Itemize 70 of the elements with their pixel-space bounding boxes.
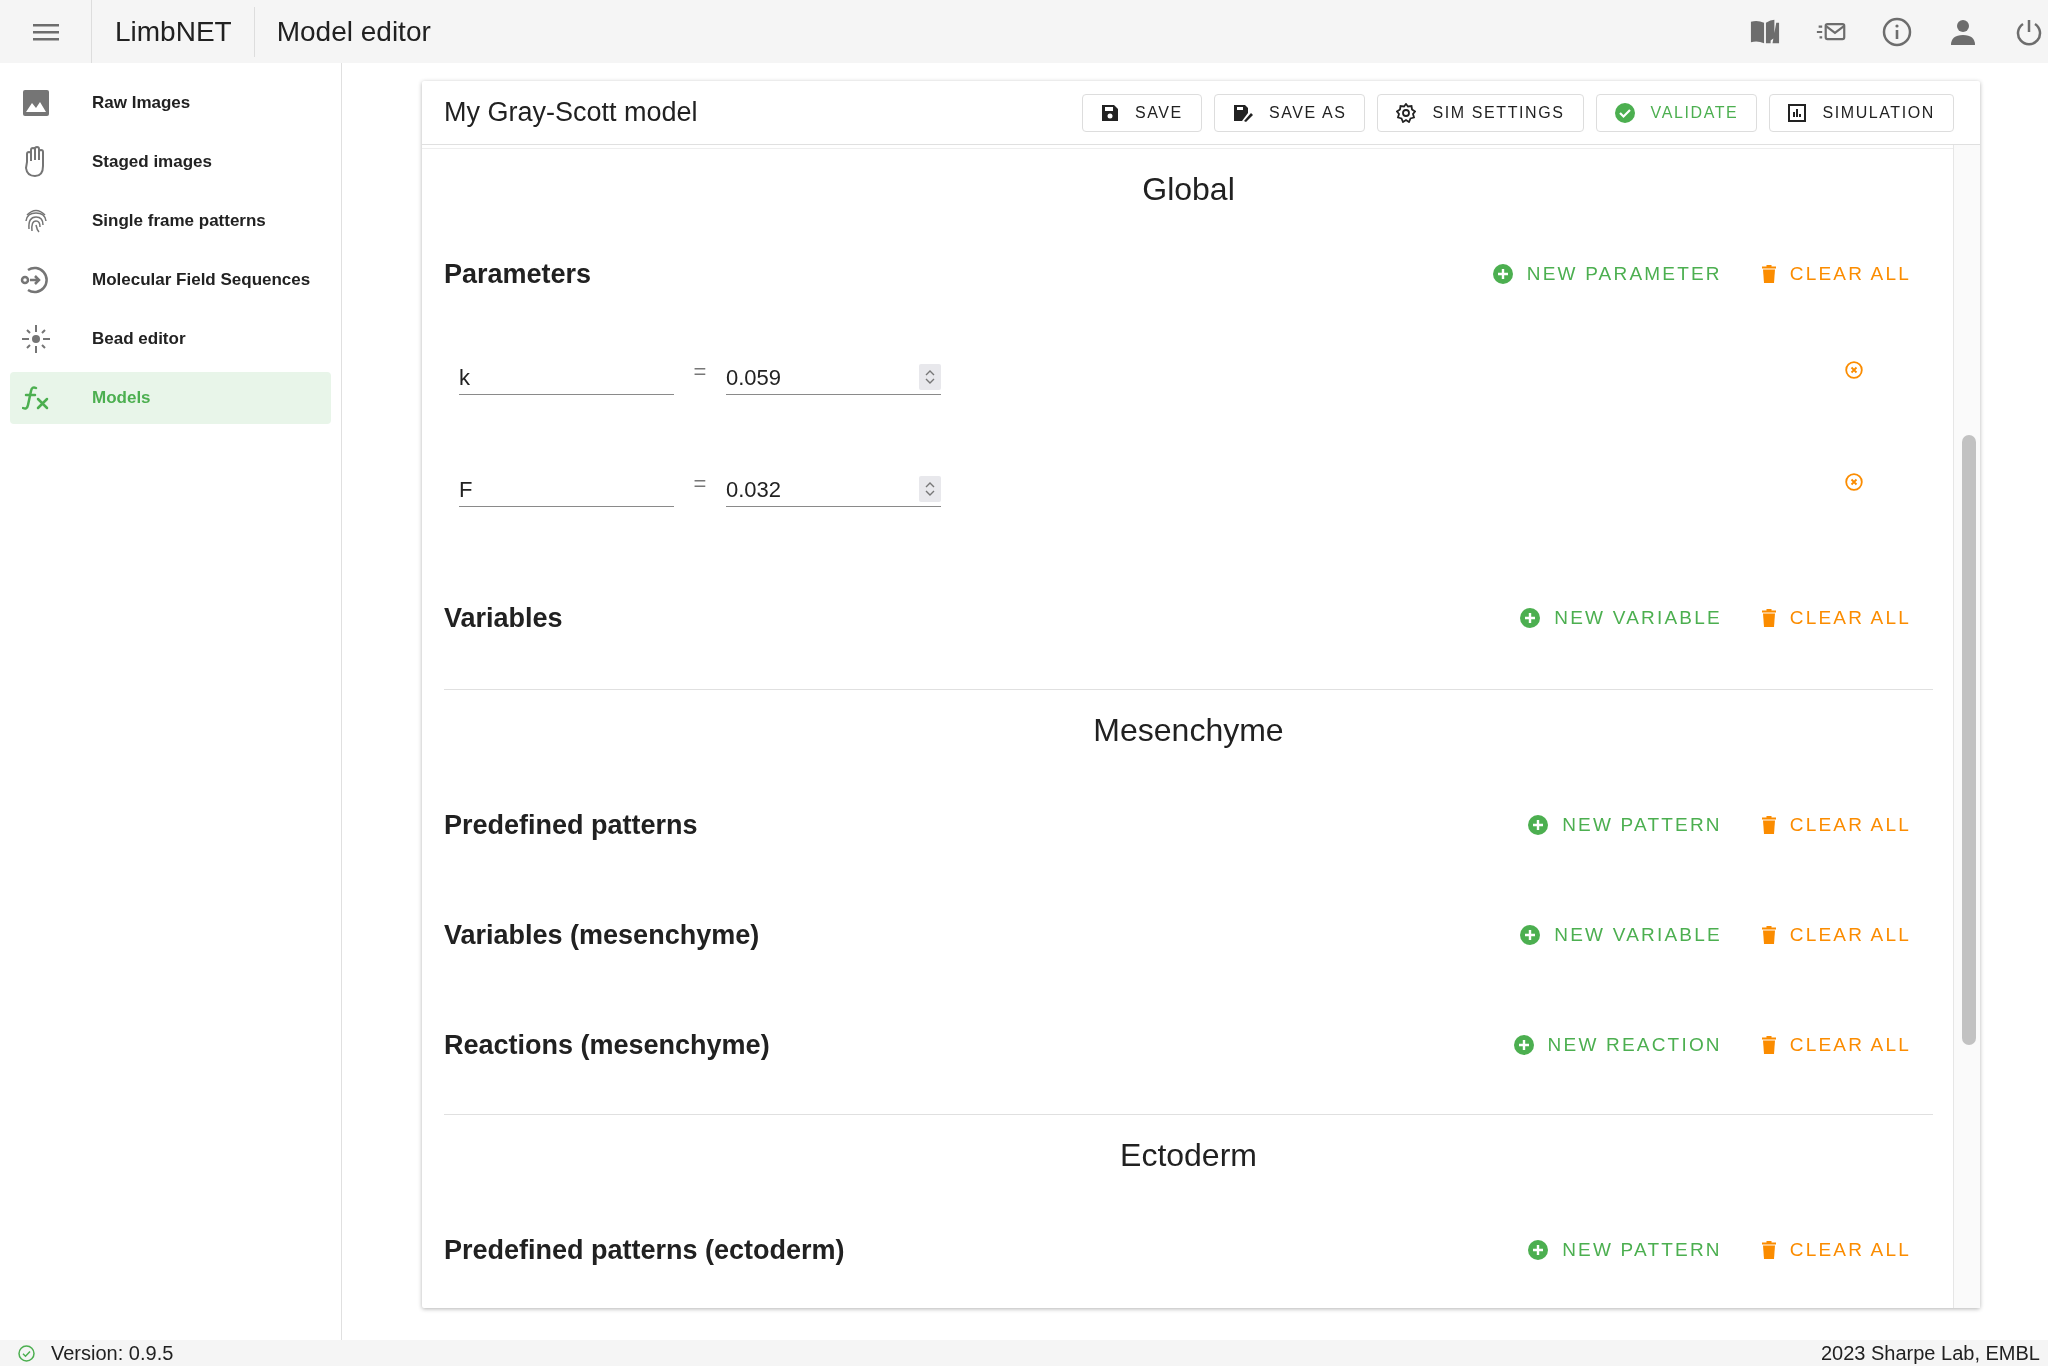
app-title: LimbNET: [92, 6, 255, 57]
add-button[interactable]: NEW VARIABLE: [1520, 924, 1722, 946]
sidebar-item[interactable]: Staged images: [10, 136, 331, 188]
menu-icon[interactable]: [32, 21, 59, 42]
section-heading: Reactions (mesenchyme): [444, 1029, 771, 1061]
trash-icon: [1761, 926, 1776, 944]
plus-circle-icon: [1520, 925, 1541, 945]
clear-all-button[interactable]: CLEAR ALL: [1761, 1239, 1911, 1261]
clear-all-button[interactable]: CLEAR ALL: [1761, 1034, 1911, 1056]
clear-all-button[interactable]: CLEAR ALL: [1761, 814, 1911, 836]
fingerprint-icon: [23, 207, 49, 235]
model-title: My Gray-Scott model: [444, 97, 699, 128]
power-icon[interactable]: [2015, 17, 2043, 46]
group-heading: Global: [1142, 170, 1235, 208]
section-heading: Predefined patterns: [444, 809, 699, 841]
equals-sign: =: [692, 359, 708, 386]
equals-sign: =: [692, 471, 708, 498]
toolbar-button[interactable]: SIM SETTINGS: [1377, 93, 1584, 132]
trash-icon: [1761, 1241, 1776, 1259]
clear-all-button[interactable]: CLEAR ALL: [1761, 263, 1911, 285]
sidebar-item[interactable]: Single frame patterns: [10, 195, 331, 247]
sidebar-item[interactable]: Molecular Field Sequences: [10, 254, 331, 306]
plus-circle-icon: [1528, 1240, 1549, 1260]
trash-icon: [1761, 609, 1776, 627]
section-heading: Parameters: [444, 258, 593, 290]
parameter-value-field[interactable]: 0.059: [726, 355, 913, 394]
group-heading: Ectoderm: [1120, 1136, 1257, 1174]
add-button[interactable]: NEW PATTERN: [1528, 814, 1722, 836]
section-heading: Variables: [444, 602, 564, 634]
floppy-edit-icon: [1232, 103, 1253, 122]
plus-circle-icon: [1513, 1035, 1534, 1055]
toolbar-button[interactable]: VALIDATE: [1595, 93, 1758, 132]
credit-text: 2023 Sharpe Lab, EMBL: [1820, 1341, 2040, 1365]
group-heading: Mesenchyme: [1093, 711, 1284, 749]
plus-circle-icon: [1520, 608, 1541, 628]
sidebar-item[interactable]: Models: [10, 372, 331, 424]
plus-circle-icon: [1528, 815, 1549, 835]
info-icon[interactable]: [1882, 16, 1912, 47]
parameter-name-field[interactable]: F: [459, 467, 674, 507]
sidebar-item[interactable]: Bead editor: [10, 313, 331, 365]
parameter-value-field[interactable]: 0.032: [726, 467, 913, 506]
section-heading: Predefined patterns (ectoderm): [444, 1234, 846, 1266]
trash-icon: [1761, 265, 1776, 283]
check-circle-icon: [18, 1344, 35, 1362]
book-icon[interactable]: [1750, 17, 1780, 46]
gear-icon: [1396, 102, 1417, 123]
page-title: Model editor: [275, 15, 432, 48]
function-icon: [22, 385, 50, 411]
plus-circle-icon: [1492, 264, 1513, 284]
bead-icon: [21, 324, 51, 354]
bar-chart-icon: [1788, 103, 1807, 122]
add-button[interactable]: NEW REACTION: [1513, 1034, 1722, 1056]
trash-icon: [1761, 816, 1776, 834]
toolbar-button[interactable]: SIMULATION: [1769, 93, 1954, 132]
add-button[interactable]: NEW VARIABLE: [1520, 607, 1722, 629]
trash-icon: [1761, 1036, 1776, 1054]
check-circle-icon: [1614, 102, 1635, 123]
person-icon[interactable]: [1950, 18, 1976, 45]
toolbar-button[interactable]: SAVE AS: [1213, 93, 1366, 132]
clear-all-button[interactable]: CLEAR ALL: [1761, 924, 1911, 946]
section-heading: Variables (mesenchyme): [444, 919, 761, 951]
clear-all-button[interactable]: CLEAR ALL: [1761, 607, 1911, 629]
version-text: Version: 0.9.5: [51, 1341, 175, 1365]
image-icon: [23, 90, 49, 116]
parameter-name-field[interactable]: k: [459, 355, 674, 395]
add-button[interactable]: NEW PATTERN: [1528, 1239, 1722, 1261]
toolbar-button[interactable]: SAVE: [1081, 93, 1202, 132]
scrollbar-thumb[interactable]: [1962, 435, 1976, 1045]
add-button[interactable]: NEW PARAMETER: [1492, 263, 1722, 285]
sidebar-item[interactable]: Raw Images: [10, 77, 331, 129]
